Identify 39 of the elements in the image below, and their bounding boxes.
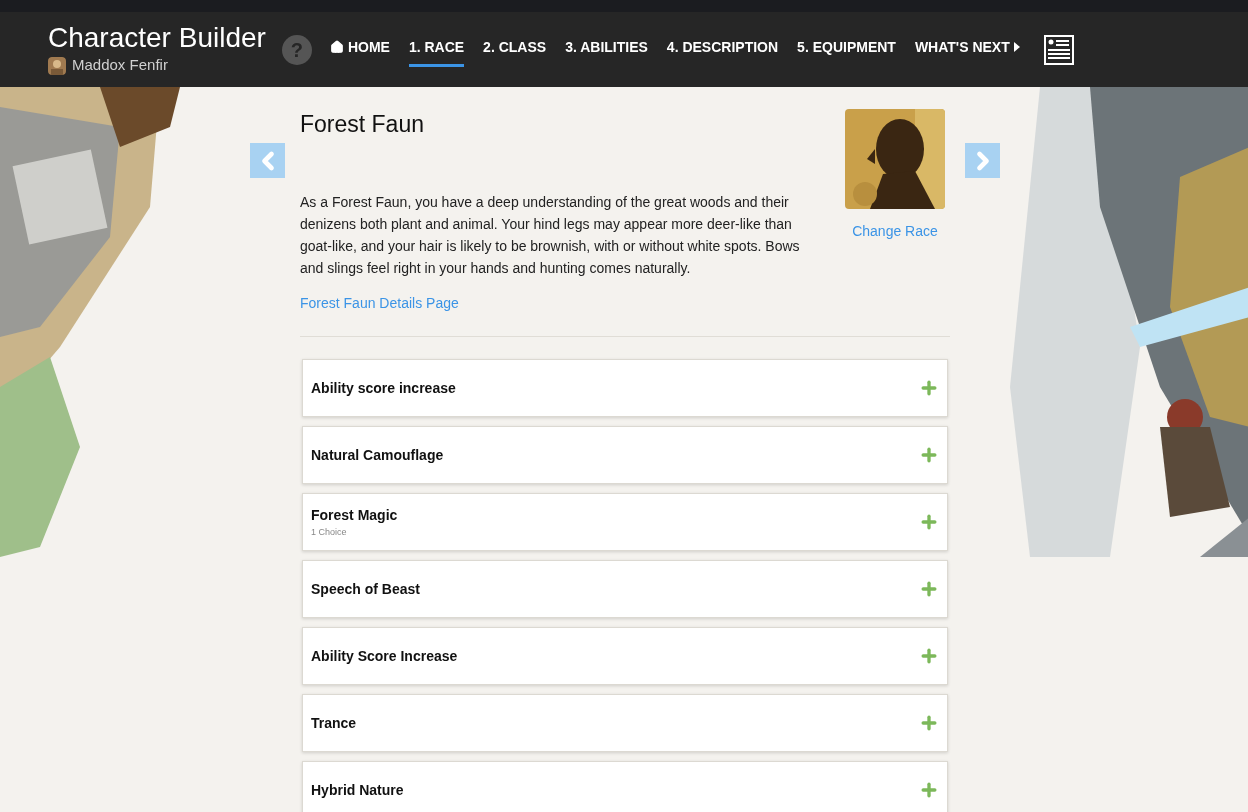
- character-name: Maddox Fenfir: [72, 55, 168, 76]
- trait-title: Speech of Beast: [311, 579, 420, 599]
- caret-icon: [1013, 42, 1020, 52]
- nav-tab[interactable]: 5. EQUIPMENT: [797, 32, 896, 67]
- plus-icon: [919, 445, 939, 465]
- nav-tab[interactable]: 4. DESCRIPTION: [666, 32, 779, 67]
- next-button[interactable]: [965, 143, 1000, 178]
- plus-icon: [919, 780, 939, 800]
- trait-title: Ability Score Increase: [311, 646, 458, 666]
- trait-title: Trance: [311, 713, 357, 733]
- trait-title: Forest Magic: [311, 505, 398, 525]
- plus-icon: [919, 646, 939, 666]
- plus-icon: [919, 713, 939, 733]
- trait-accordion[interactable]: Speech of Beast: [302, 560, 948, 618]
- trait-subtitle: 1 Choice: [311, 525, 348, 539]
- trait-title: Ability score increase: [311, 378, 456, 398]
- character-sheet-icon[interactable]: [1043, 34, 1074, 65]
- home-icon: [329, 40, 344, 54]
- nav-tab[interactable]: 3. ABILITIES: [565, 32, 648, 67]
- nav-tab[interactable]: 2. CLASS: [483, 32, 547, 67]
- nav-tab[interactable]: WHAT'S NEXT: [914, 32, 1020, 67]
- plus-icon: [919, 512, 939, 532]
- trait-accordion[interactable]: Ability Score Increase: [302, 627, 948, 685]
- race-description: As a Forest Faun, you have a deep understanding of the great woods and their denizens both plant and animal. Your hind legs may appear more deer-like than goat-like, and your hair is likely to be brownish, with or without white spots. Bows and slings feel right in your hands and hunting comes naturally.: [300, 193, 801, 278]
- trait-accordion[interactable]: Hybrid Nature: [302, 761, 948, 812]
- nav-tab[interactable]: 1. RACE: [408, 32, 465, 67]
- trait-accordion[interactable]: Trance: [302, 694, 948, 752]
- trait-title: Natural Camouflage: [311, 445, 444, 465]
- trait-title: Hybrid Nature: [311, 780, 404, 800]
- plus-icon: [919, 579, 939, 599]
- app-title: Character Builder: [48, 22, 266, 55]
- trait-accordion[interactable]: Ability score increase: [302, 359, 948, 417]
- avatar-icon: [48, 56, 66, 75]
- trait-accordion[interactable]: Natural Camouflage: [302, 426, 948, 484]
- race-title: Forest Faun: [300, 110, 425, 139]
- trait-accordion[interactable]: Forest Magic 1 Choice: [302, 493, 948, 551]
- plus-icon: [919, 378, 939, 398]
- previous-button[interactable]: [250, 143, 285, 178]
- nav-tab[interactable]: HOME: [329, 32, 390, 67]
